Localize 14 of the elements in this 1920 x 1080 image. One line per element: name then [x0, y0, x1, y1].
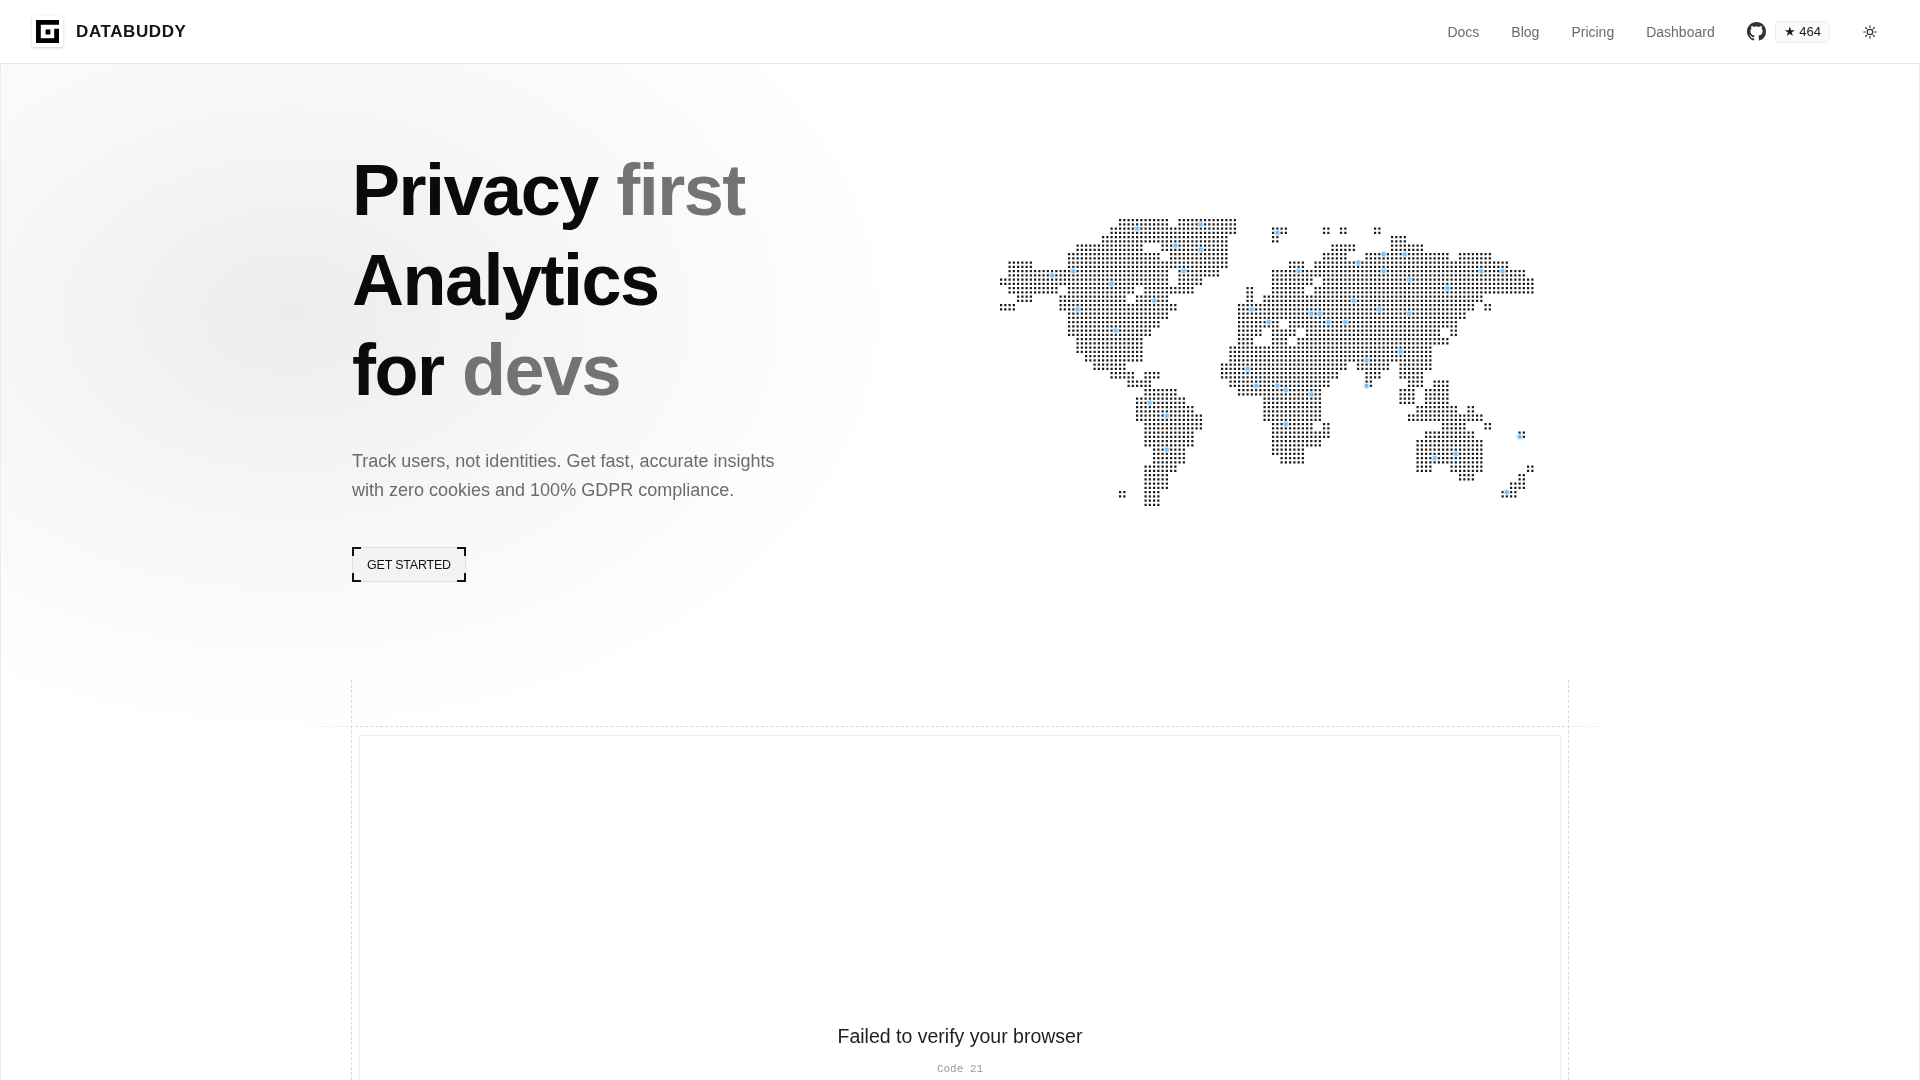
nav-link[interactable]: Blog	[1511, 23, 1540, 40]
nav-link[interactable]: Dashboard	[1646, 23, 1715, 40]
github-stars-badge[interactable]: ★ 464	[1774, 20, 1830, 43]
error-code: Code 21	[936, 1062, 984, 1076]
sun-icon[interactable]	[1863, 24, 1877, 39]
nav-link[interactable]: Pricing	[1571, 23, 1615, 40]
nav-link[interactable]: Docs	[1447, 23, 1480, 40]
error-message: Failed to verify your browser	[837, 1024, 1083, 1048]
hero-headline: Privacy first Analytics for devs	[352, 149, 747, 412]
get-started-button[interactable]: GET STARTED	[352, 547, 466, 582]
brand-name[interactable]: DATABUDDY	[76, 21, 187, 42]
logo-icon[interactable]	[32, 16, 63, 47]
github-icon[interactable]	[1746, 22, 1766, 41]
hero-subtitle: Track users, not identities. Get fast, accurate insights with zero cookies and 100% GDPR compliance.	[352, 450, 776, 502]
